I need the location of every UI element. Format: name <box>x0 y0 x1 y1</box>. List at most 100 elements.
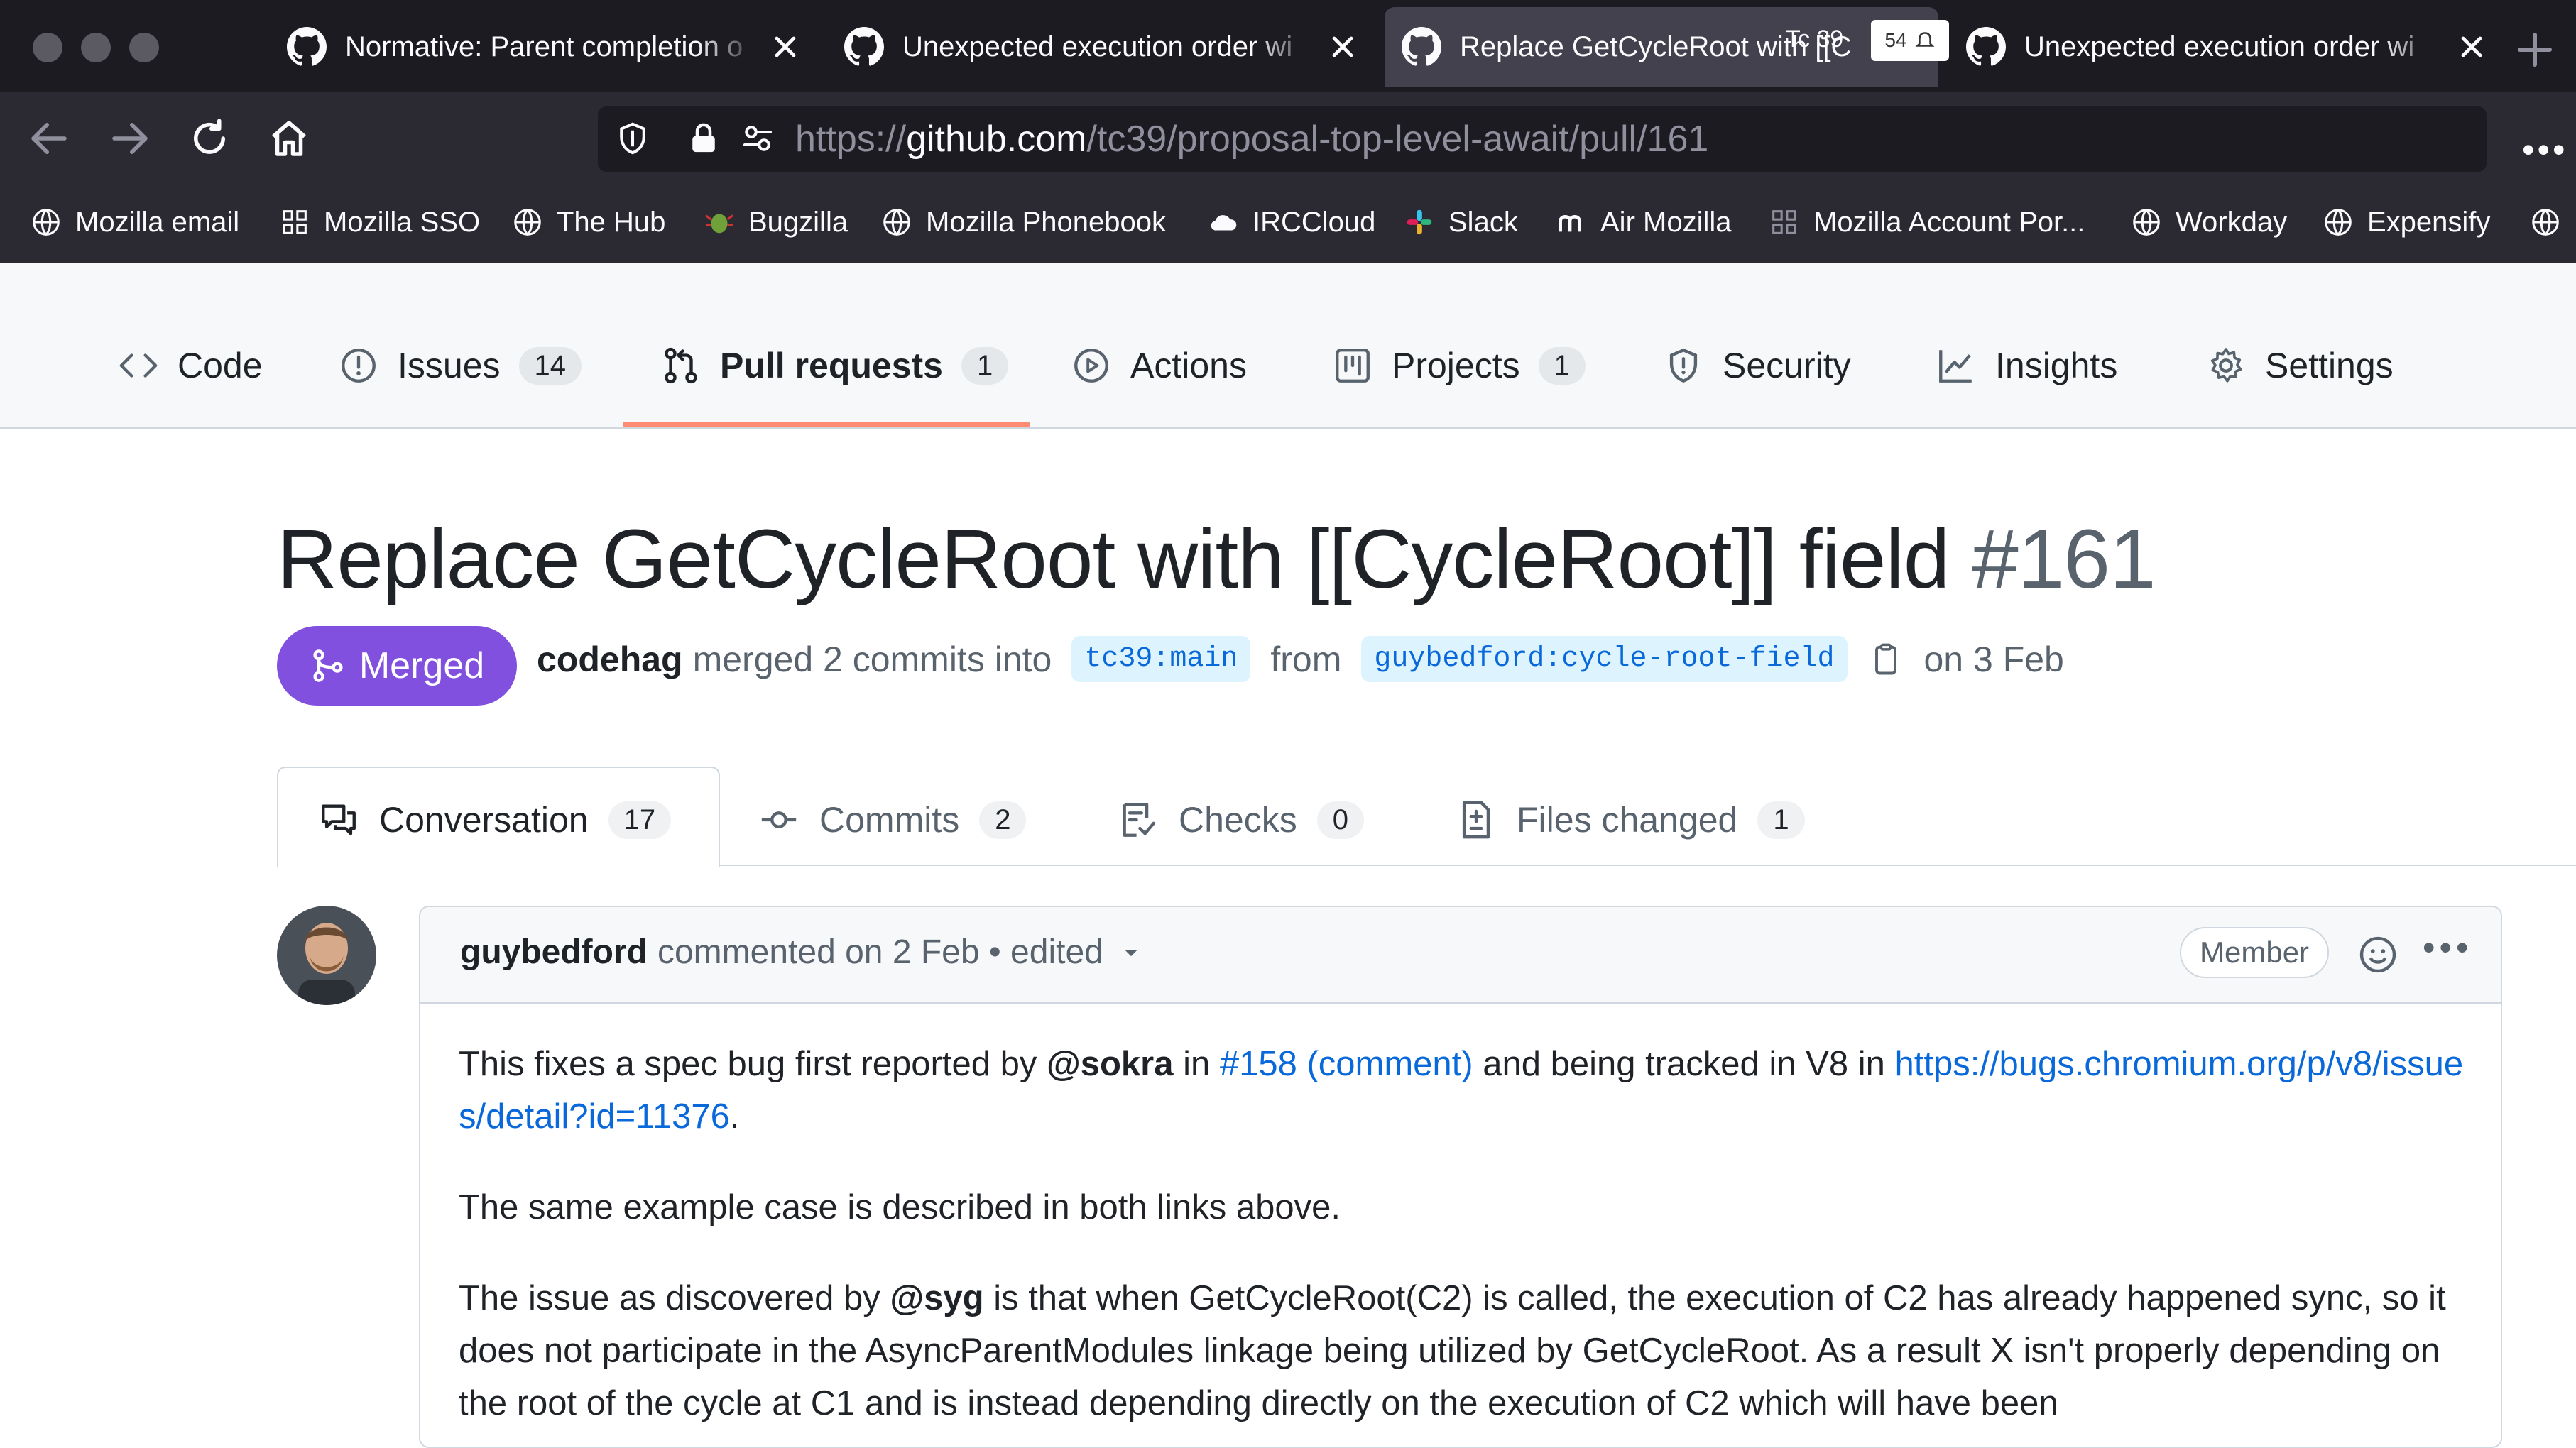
comment-author-link[interactable]: guybedford <box>460 933 648 972</box>
files-changed-count: 1 <box>1757 801 1805 839</box>
home-icon[interactable] <box>266 115 312 162</box>
bookmark-mozilla-email[interactable]: Mozilla email <box>30 197 239 247</box>
counter-badge-value: 54 <box>1884 29 1907 51</box>
counter-badge[interactable]: 54 <box>1871 20 1949 61</box>
shield-icon[interactable] <box>613 119 652 158</box>
comment-paragraph: This fixes a spec bug first reported by … <box>459 1038 2468 1143</box>
reload-icon[interactable] <box>186 115 233 162</box>
bookmark-slack[interactable]: Slack <box>1403 197 1518 247</box>
git-commit-icon <box>761 811 797 828</box>
base-branch[interactable]: tc39:main <box>1071 636 1251 682</box>
bookmark-label: Workday <box>2176 206 2288 238</box>
repo-tab-label: Code <box>178 346 263 385</box>
tab-checks[interactable]: Checks 0 <box>1118 788 1364 852</box>
repo-tab-actions[interactable]: Actions <box>1071 334 1247 397</box>
window-minimize-light[interactable] <box>81 33 111 62</box>
tab-conversation[interactable]: Conversation 17 <box>318 788 672 852</box>
pr-author-link[interactable]: codehag <box>537 639 683 680</box>
bookmark-workday[interactable]: Workday <box>2130 197 2287 247</box>
repo-tab-settings[interactable]: Settings <box>2205 334 2394 397</box>
bookmark-label: Air Mozilla <box>1600 206 1732 238</box>
bookmark-expensify[interactable]: Expensify <box>2322 197 2490 247</box>
copy-icon[interactable] <box>1867 641 1904 678</box>
close-icon[interactable] <box>771 33 799 61</box>
pr-merge-text: merged 2 commits into <box>692 639 1052 679</box>
new-tab-plus-icon[interactable] <box>2514 28 2556 71</box>
code-icon <box>119 353 158 378</box>
lock-icon[interactable] <box>684 119 723 158</box>
conversation-count: 17 <box>608 801 672 839</box>
repo-tab-pull-requests[interactable]: Pull requests 1 <box>660 334 1009 397</box>
browser-tab[interactable]: Normative: Parent completion o <box>270 7 817 87</box>
repo-tab-label: Insights <box>1995 346 2118 385</box>
mention-link[interactable]: @sokra <box>1047 1045 1174 1083</box>
head-branch[interactable]: guybedford:cycle-root-field <box>1361 636 1848 682</box>
bookmark-the-hub[interactable]: The Hub <box>511 197 665 247</box>
window-zoom-light[interactable] <box>129 33 159 62</box>
comment-header: guybedford commented on 2 Feb • edited M… <box>420 907 2501 1004</box>
smiley-icon[interactable] <box>2357 934 2398 975</box>
sliders-icon[interactable] <box>738 119 777 158</box>
close-icon[interactable] <box>2457 33 2486 61</box>
active-tab-underline <box>623 422 1030 427</box>
pull-requests-count: 1 <box>961 346 1009 385</box>
bookmark-air-mozilla[interactable]: Air Mozilla <box>1555 197 1731 247</box>
arrow-left-icon[interactable] <box>26 115 72 162</box>
url-scheme: https:// <box>795 119 907 160</box>
comment-options-button[interactable]: ••• <box>2423 927 2473 968</box>
globe-icon[interactable] <box>2529 206 2562 238</box>
checks-count: 0 <box>1316 801 1364 839</box>
bookmark-label: Mozilla Account Por... <box>1813 206 2085 238</box>
bookmark-label: Expensify <box>2367 206 2491 238</box>
url-host: github.com <box>906 119 1087 160</box>
bookmark-mozilla-phonebook[interactable]: Mozilla Phonebook <box>880 197 1166 247</box>
repo-tab-label: Security <box>1723 346 1851 385</box>
bookmark-bugzilla[interactable]: Bugzilla <box>703 197 848 247</box>
pr-number: #161 <box>1972 512 2156 606</box>
bookmark-irccloud[interactable]: IRCCloud <box>1207 197 1375 247</box>
tab-title: Unexpected execution order wi <box>2024 31 2415 62</box>
gear-icon <box>2210 348 2242 383</box>
grid-icon <box>283 210 307 234</box>
play-circle-icon <box>1074 349 1108 383</box>
comment-meta[interactable]: commented on 2 Feb • edited <box>657 933 1103 972</box>
issue-comment-link[interactable]: #158 (comment) <box>1220 1045 1473 1083</box>
avatar-image <box>277 906 376 1005</box>
comment-text: The issue as discovered by <box>459 1279 890 1317</box>
tab-files-changed[interactable]: Files changed 1 <box>1456 788 1805 852</box>
bookmark-mozilla-sso[interactable]: Mozilla SSO <box>278 197 480 247</box>
tab-commits[interactable]: Commits 2 <box>758 788 1027 852</box>
repo-tab-insights[interactable]: Insights <box>1936 334 2117 397</box>
url-text[interactable]: https://github.com/tc39/proposal-top-lev… <box>795 118 1708 160</box>
github-mark-icon <box>287 27 327 66</box>
repo-tab-security[interactable]: Security <box>1663 334 1851 397</box>
slack-icon <box>1407 209 1432 235</box>
bookmark-label: The Hub <box>557 206 666 238</box>
pr-date: on 3 Feb <box>1923 639 2064 679</box>
comment-header-text: guybedford commented on 2 Feb • edited <box>460 933 1143 972</box>
pr-tab-label: Files changed <box>1517 800 1738 840</box>
close-icon[interactable] <box>1328 33 1357 61</box>
overflow-menu-button[interactable]: ••• <box>2522 129 2568 170</box>
bookmark-label: Mozilla Phonebook <box>926 206 1166 238</box>
projects-count: 1 <box>1538 346 1586 385</box>
mention-link[interactable]: @syg <box>890 1279 983 1317</box>
comment-text: and being tracked in V8 in <box>1473 1045 1895 1083</box>
repo-tab-code[interactable]: Code <box>118 334 263 397</box>
graph-icon <box>1939 350 1972 383</box>
role-badge: Member <box>2180 927 2330 978</box>
repo-tab-projects[interactable]: Projects 1 <box>1332 334 1586 397</box>
repo-tab-issues[interactable]: Issues 14 <box>338 334 582 397</box>
arrow-right-icon[interactable] <box>107 115 153 162</box>
browser-tab-active[interactable]: Replace GetCycleRoot with [[C <box>1385 7 1938 87</box>
pr-tab-label: Conversation <box>379 800 589 840</box>
avatar[interactable] <box>277 906 376 1005</box>
browser-tab[interactable]: Unexpected execution order wi <box>827 7 1374 87</box>
pr-title-text: Replace GetCycleRoot with [[CycleRoot]] … <box>277 512 1950 606</box>
tab-badge: Tc 39 <box>1786 26 1844 53</box>
bookmark-mozilla-account[interactable]: Mozilla Account Por... <box>1768 197 2085 247</box>
pull-request-icon <box>665 347 697 384</box>
chevron-down-icon[interactable] <box>1119 940 1143 965</box>
window-close-light[interactable] <box>33 33 62 62</box>
browser-tab[interactable]: Unexpected execution order wi <box>1949 7 2503 87</box>
